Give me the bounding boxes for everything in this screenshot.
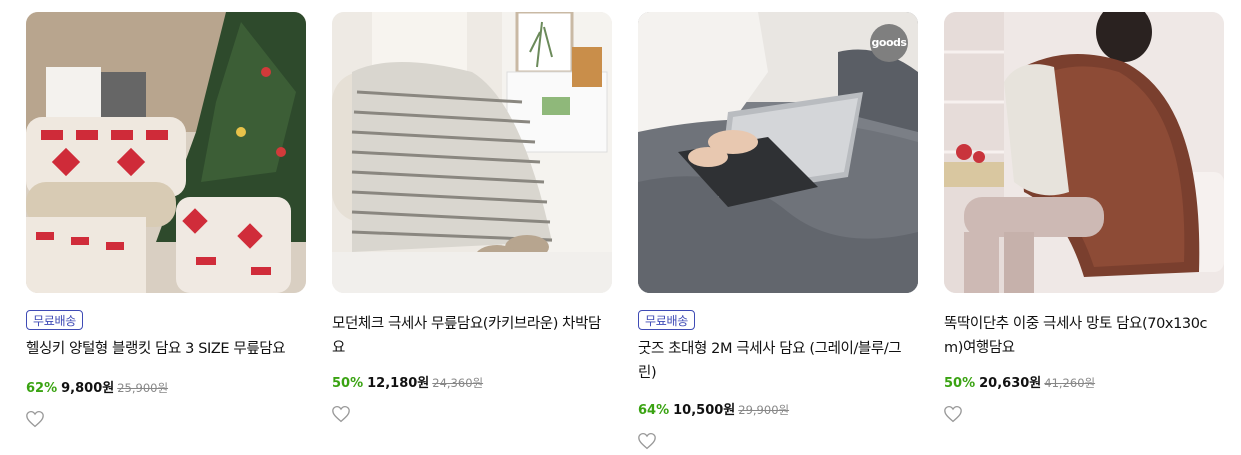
sale-price: 20,630원 [979, 376, 1042, 391]
price-row: 50% 12,180원 24,360원 [332, 374, 483, 393]
sale-price: 12,180원 [367, 376, 430, 391]
product-photo-striped-blanket [332, 12, 612, 293]
free-shipping-badge: 무료배송 [638, 310, 695, 330]
original-price: 29,900원 [738, 403, 790, 417]
price-row: 64% 10,500원 29,900원 [638, 401, 789, 420]
wishlist-heart-icon[interactable] [637, 432, 657, 450]
discount-rate: 50% [332, 376, 364, 391]
product-title[interactable]: 모던체크 극세사 무릎담요(카키브라운) 차박담요 [332, 312, 612, 360]
product-image[interactable] [26, 12, 306, 293]
original-price: 41,260원 [1044, 376, 1096, 390]
sale-price: 10,500원 [673, 403, 736, 418]
original-price: 25,900원 [117, 381, 169, 395]
product-photo-brown-cape-blanket [944, 12, 1224, 293]
discount-rate: 50% [944, 376, 976, 391]
discount-rate: 64% [638, 403, 670, 418]
product-image[interactable] [332, 12, 612, 293]
goods-brand-logo: goods [870, 24, 908, 62]
product-card[interactable]: 모던체크 극세사 무릎담요(카키브라운) 차박담요 50% 12,180원 24,3… [332, 12, 612, 423]
product-grid: 무료배송 헬싱키 양털형 블랭킷 담요 3 SIZE 무릎담요 62% 9,800… [0, 0, 1241, 455]
product-card[interactable]: goods 무료배송 굿즈 초대형 2M 극세사 담요 (그레이/블루/그린) … [638, 12, 918, 450]
product-card[interactable]: 무료배송 헬싱키 양털형 블랭킷 담요 3 SIZE 무릎담요 62% 9,800… [26, 12, 306, 428]
product-photo-christmas-blanket [26, 12, 306, 293]
product-image[interactable]: goods [638, 12, 918, 293]
free-shipping-badge: 무료배송 [26, 310, 83, 330]
wishlist-heart-icon[interactable] [943, 405, 963, 423]
original-price: 24,360원 [432, 376, 484, 390]
product-title[interactable]: 굿즈 초대형 2M 극세사 담요 (그레이/블루/그린) [638, 337, 918, 385]
discount-rate: 62% [26, 381, 58, 396]
sale-price: 9,800원 [61, 381, 115, 396]
product-image[interactable] [944, 12, 1224, 293]
price-row: 50% 20,630원 41,260원 [944, 374, 1095, 393]
price-row: 62% 9,800원 25,900원 [26, 379, 168, 398]
product-title[interactable]: 헬싱키 양털형 블랭킷 담요 3 SIZE 무릎담요 [26, 337, 306, 361]
product-card[interactable]: 똑딱이단추 이중 극세사 망토 담요(70x130cm)여행담요 50% 20,6… [944, 12, 1224, 423]
wishlist-heart-icon[interactable] [25, 410, 45, 428]
wishlist-heart-icon[interactable] [331, 405, 351, 423]
product-title[interactable]: 똑딱이단추 이중 극세사 망토 담요(70x130cm)여행담요 [944, 312, 1224, 360]
